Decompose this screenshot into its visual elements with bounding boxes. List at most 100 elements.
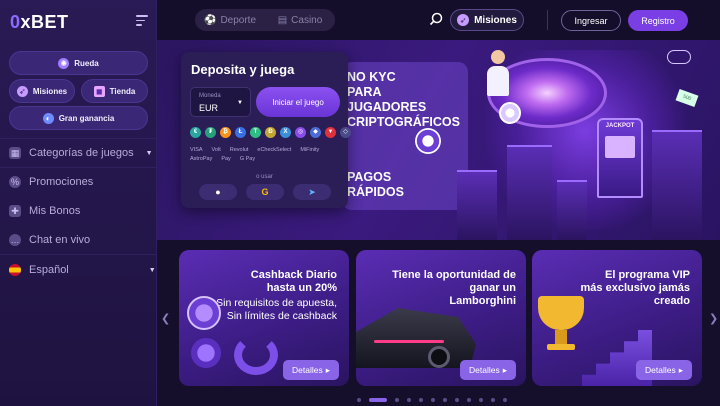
carousel-dot[interactable] bbox=[357, 398, 361, 402]
chevron-right-icon: ▸ bbox=[325, 364, 330, 375]
currency-label: Moneda bbox=[199, 93, 221, 99]
gift-box-icon: ◼ bbox=[93, 85, 105, 97]
grid-icon: ▦ bbox=[9, 147, 21, 159]
tether-coin-icon: ₮ bbox=[205, 127, 216, 138]
details-button[interactable]: Detalles ▸ bbox=[460, 360, 516, 380]
misiones-button[interactable]: ➶ Misiones bbox=[450, 9, 524, 31]
divider bbox=[0, 167, 157, 168]
chevron-right-icon[interactable]: ❯ bbox=[709, 312, 718, 325]
sidebar-item-language[interactable]: Español ▼ bbox=[9, 264, 156, 276]
telegram-login-button[interactable]: ➤ bbox=[293, 184, 331, 200]
chevron-down-icon: ▼ bbox=[145, 149, 153, 157]
telegram-icon: ➤ bbox=[308, 186, 316, 197]
building-icon bbox=[557, 180, 587, 240]
building-icon bbox=[652, 130, 702, 240]
player-figure-icon bbox=[487, 50, 509, 100]
chevron-left-icon[interactable]: ❮ bbox=[161, 312, 170, 325]
google-icon: G bbox=[261, 187, 269, 197]
casino-chip-icon bbox=[415, 128, 441, 154]
slot-machine-icon: JACKPOT bbox=[597, 118, 643, 198]
carousel-dot[interactable] bbox=[395, 398, 399, 402]
apple-login-button[interactable]: ● bbox=[199, 184, 237, 200]
login-button[interactable]: Ingresar bbox=[561, 10, 621, 31]
carousel-dot[interactable] bbox=[503, 398, 507, 402]
carousel-dot[interactable] bbox=[407, 398, 411, 402]
wheel-icon bbox=[428, 346, 450, 368]
tron-coin-icon: ▼ bbox=[325, 127, 336, 138]
echeckselect-logo: eCheckSelect bbox=[257, 147, 292, 153]
chevron-down-icon: ▼ bbox=[237, 100, 243, 106]
carousel-dot[interactable] bbox=[479, 398, 483, 402]
search-icon[interactable] bbox=[429, 12, 443, 26]
bitcoin-coin-icon: ₿ bbox=[220, 127, 231, 138]
trophy-base bbox=[547, 344, 575, 350]
chevron-down-icon: ▼ bbox=[148, 266, 156, 274]
carousel-dot[interactable] bbox=[455, 398, 459, 402]
card-title: Cashback Diario hasta un 20% bbox=[250, 269, 337, 294]
logo[interactable]: 0xBET bbox=[10, 12, 69, 33]
nav-label: Español bbox=[29, 264, 69, 276]
register-button[interactable]: Registro bbox=[628, 10, 688, 31]
carousel-dot[interactable] bbox=[491, 398, 495, 402]
deposit-title: Deposita y juega bbox=[191, 62, 295, 77]
carousel-dot[interactable] bbox=[467, 398, 471, 402]
sidebar-item-mis-bonos[interactable]: ✚ Mis Bonos bbox=[9, 205, 80, 217]
promo-card-vip[interactable]: El programa VIP más exclusivo jamás crea… bbox=[532, 250, 702, 386]
menu-icon[interactable] bbox=[136, 15, 148, 29]
hero-subheadline: PAGOS RÁPIDOS bbox=[347, 170, 404, 199]
crypto-coins-row: € ₮ ₿ Ł T Ð X ◎ ◆ ▼ ◇ bbox=[190, 127, 351, 138]
apple-pay-logo: Pay bbox=[221, 156, 231, 162]
sidebar-item-promociones[interactable]: % Promociones bbox=[9, 176, 93, 188]
sidebar-item-chat[interactable]: … Chat en vivo bbox=[9, 234, 90, 246]
coin-icon bbox=[499, 102, 521, 124]
percent-icon: % bbox=[9, 176, 21, 188]
tab-deporte[interactable]: ⚽ Deporte bbox=[195, 15, 265, 26]
google-pay-logo: G Pay bbox=[239, 156, 256, 162]
apple-icon: ● bbox=[215, 187, 221, 197]
section-switch: ⚽ Deporte ▤ Casino bbox=[195, 9, 335, 31]
rocket-icon: ➶ bbox=[457, 14, 470, 26]
google-login-button[interactable]: G bbox=[246, 184, 284, 200]
carousel-dot[interactable] bbox=[431, 398, 435, 402]
pill-label: Tienda bbox=[109, 86, 136, 96]
gift-icon: ✚ bbox=[9, 205, 21, 217]
sidebar: 0xBET ✺ Rueda ➶ Misiones ◼ Tienda ◐ Gran… bbox=[0, 0, 157, 406]
sidebar-pill-rueda[interactable]: ✺ Rueda bbox=[9, 51, 148, 75]
card-title: Tiene la oportunidad de ganar un Lamborg… bbox=[392, 269, 516, 307]
sidebar-pill-gran-ganancia[interactable]: ◐ Gran ganancia bbox=[9, 106, 148, 130]
sidebar-pill-misiones[interactable]: ➶ Misiones bbox=[9, 79, 75, 103]
sidebar-item-categorias[interactable]: ▦ Categorías de juegos ▼ bbox=[9, 147, 153, 159]
carousel-dots bbox=[357, 398, 507, 402]
promo-card-cashback[interactable]: Cashback Diario hasta un 20% Sin requisi… bbox=[179, 250, 349, 386]
trophy-icon bbox=[538, 296, 584, 330]
carousel-dot[interactable] bbox=[419, 398, 423, 402]
car-light-icon bbox=[374, 340, 444, 343]
deposit-panel: Deposita y juega Moneda EUR ▼ Iniciar el… bbox=[181, 52, 351, 208]
details-button[interactable]: Detalles ▸ bbox=[636, 360, 692, 380]
chevron-right-icon: ▸ bbox=[502, 364, 507, 375]
dogecoin-coin-icon: Ð bbox=[265, 127, 276, 138]
coin-icon bbox=[191, 338, 221, 368]
details-button[interactable]: Detalles ▸ bbox=[283, 360, 339, 380]
start-game-button[interactable]: Iniciar el juego bbox=[256, 87, 340, 117]
solana-coin-icon: ◎ bbox=[295, 127, 306, 138]
top-bar: ⚽ Deporte ▤ Casino ➶ Misiones Ingresar Reg… bbox=[157, 0, 720, 40]
coin-icon bbox=[187, 296, 221, 330]
carousel-dot-active[interactable] bbox=[369, 398, 387, 402]
sidebar-pill-tienda[interactable]: ◼ Tienda bbox=[81, 79, 148, 103]
rocket-icon: ➶ bbox=[16, 85, 28, 97]
tab-label: Casino bbox=[291, 14, 323, 26]
nav-label: Categorías de juegos bbox=[29, 147, 134, 159]
soccer-ball-icon: ⚽ bbox=[203, 14, 217, 26]
misiones-label: Misiones bbox=[474, 14, 517, 26]
carousel-dot[interactable] bbox=[443, 398, 447, 402]
planet-icon: ◐ bbox=[42, 112, 54, 124]
ethereum-coin-icon: ◇ bbox=[340, 127, 351, 138]
currency-select[interactable]: Moneda EUR ▼ bbox=[190, 87, 251, 117]
litecoin-coin-icon: Ł bbox=[235, 127, 246, 138]
xrp-coin-icon: X bbox=[280, 127, 291, 138]
coin-icon: T bbox=[250, 127, 261, 138]
promo-card-lamborghini[interactable]: Tiene la oportunidad de ganar un Lamborg… bbox=[356, 250, 526, 386]
tab-casino[interactable]: ▤ Casino bbox=[265, 15, 335, 26]
pill-label: Misiones bbox=[32, 86, 68, 96]
